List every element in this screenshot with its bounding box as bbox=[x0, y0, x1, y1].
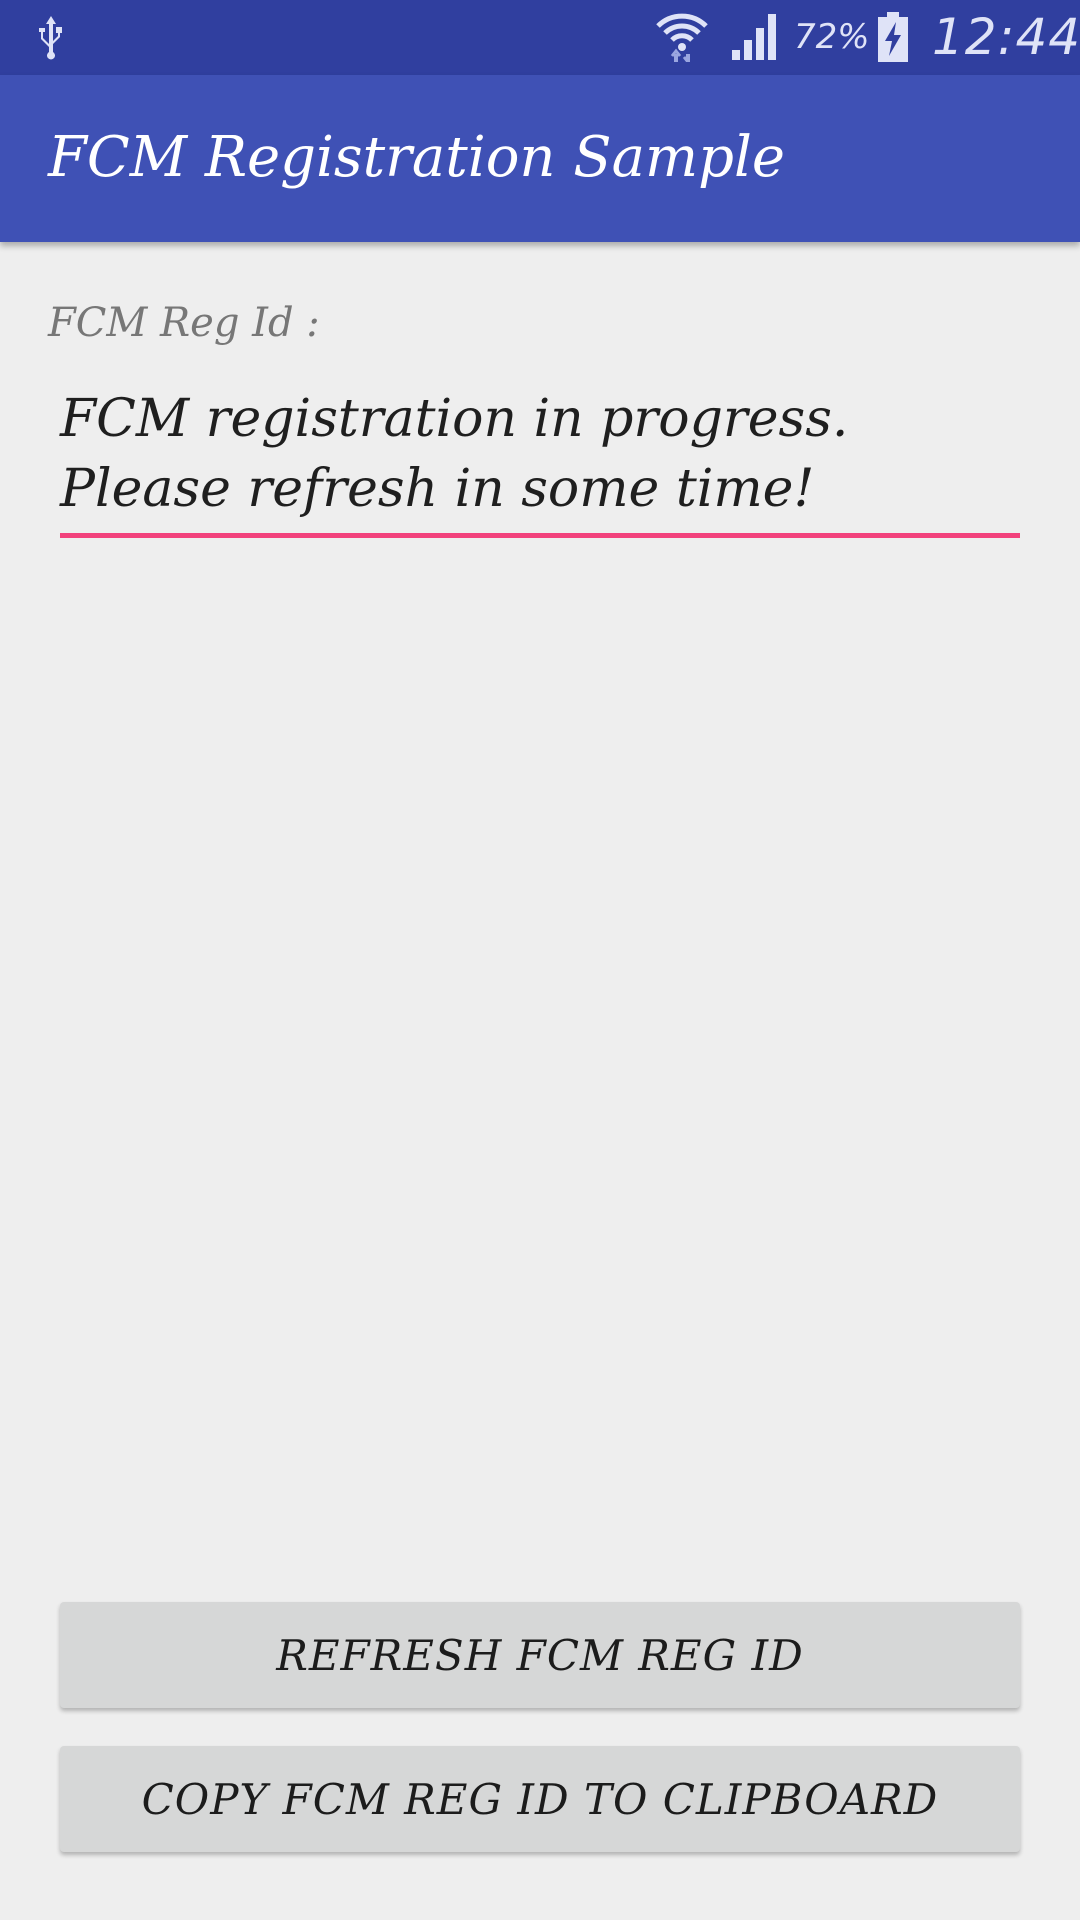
status-bar: 72% 12:44 bbox=[0, 0, 1080, 75]
reg-id-field[interactable]: FCM registration in progress. Please ref… bbox=[60, 384, 1020, 538]
signal-icon bbox=[732, 14, 776, 60]
screen: 72% 12:44 FCM Registration Sample FCM Re… bbox=[0, 0, 1080, 1920]
app-title: FCM Registration Sample bbox=[48, 125, 786, 190]
battery-charging-icon bbox=[878, 12, 908, 62]
reg-id-underline bbox=[60, 533, 1020, 538]
status-time: 12:44 bbox=[932, 8, 1080, 66]
usb-icon bbox=[39, 16, 62, 60]
battery-percent: 72% bbox=[794, 17, 870, 57]
app-bar: FCM Registration Sample bbox=[0, 75, 1080, 242]
reg-id-value[interactable]: FCM registration in progress. Please ref… bbox=[60, 384, 1020, 524]
reg-id-label: FCM Reg Id : bbox=[48, 300, 320, 346]
copy-reg-id-button[interactable]: COPY FCM REG ID TO CLIPBOARD bbox=[60, 1746, 1020, 1852]
wifi-icon bbox=[656, 13, 708, 62]
refresh-reg-id-button[interactable]: REFRESH FCM REG ID bbox=[60, 1602, 1020, 1708]
